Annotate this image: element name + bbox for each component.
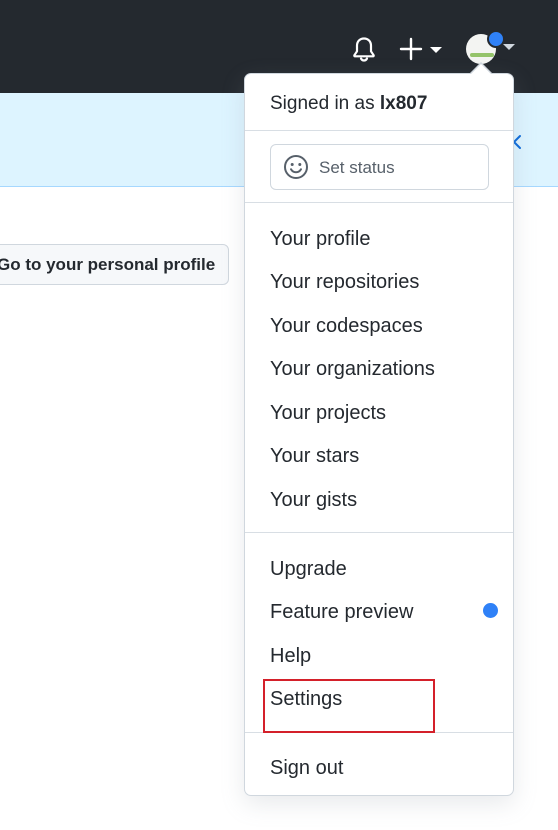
menu-divider [245,130,513,131]
menu-item-your-organizations[interactable]: Your organizations [270,354,435,384]
user-dropdown-menu: Signed in as lx807 Set status Your profi… [244,73,514,796]
set-status-button[interactable]: Set status [270,144,489,190]
set-status-label: Set status [319,158,395,177]
menu-item-settings[interactable]: Settings [270,684,342,714]
menu-item-your-projects[interactable]: Your projects [270,398,386,428]
feature-preview-dot [483,603,498,618]
caret-down-icon [430,47,442,53]
bell-icon[interactable] [349,34,379,64]
plus-icon [399,37,423,61]
caret-down-icon [503,44,515,50]
menu-item-your-profile[interactable]: Your profile [270,224,370,254]
menu-divider [245,202,513,203]
menu-item-help[interactable]: Help [270,641,311,671]
signed-in-prefix: Signed in as [270,93,380,114]
menu-caret-fill [471,64,491,74]
menu-item-your-codespaces[interactable]: Your codespaces [270,311,423,341]
smiley-icon [284,155,308,179]
menu-divider [245,732,513,733]
signed-in-text: Signed in as lx807 [270,93,427,115]
menu-item-feature-preview[interactable]: Feature preview [270,597,413,627]
menu-item-your-stars[interactable]: Your stars [270,441,359,471]
username: lx807 [379,93,428,114]
menu-divider [245,532,513,533]
create-new-button[interactable] [398,34,446,64]
go-to-profile-button[interactable]: Go to your personal profile [0,244,229,285]
menu-item-your-repositories[interactable]: Your repositories [270,267,419,297]
menu-item-your-gists[interactable]: Your gists [270,485,357,515]
menu-item-sign-out[interactable]: Sign out [270,753,343,783]
menu-item-upgrade[interactable]: Upgrade [270,554,347,584]
